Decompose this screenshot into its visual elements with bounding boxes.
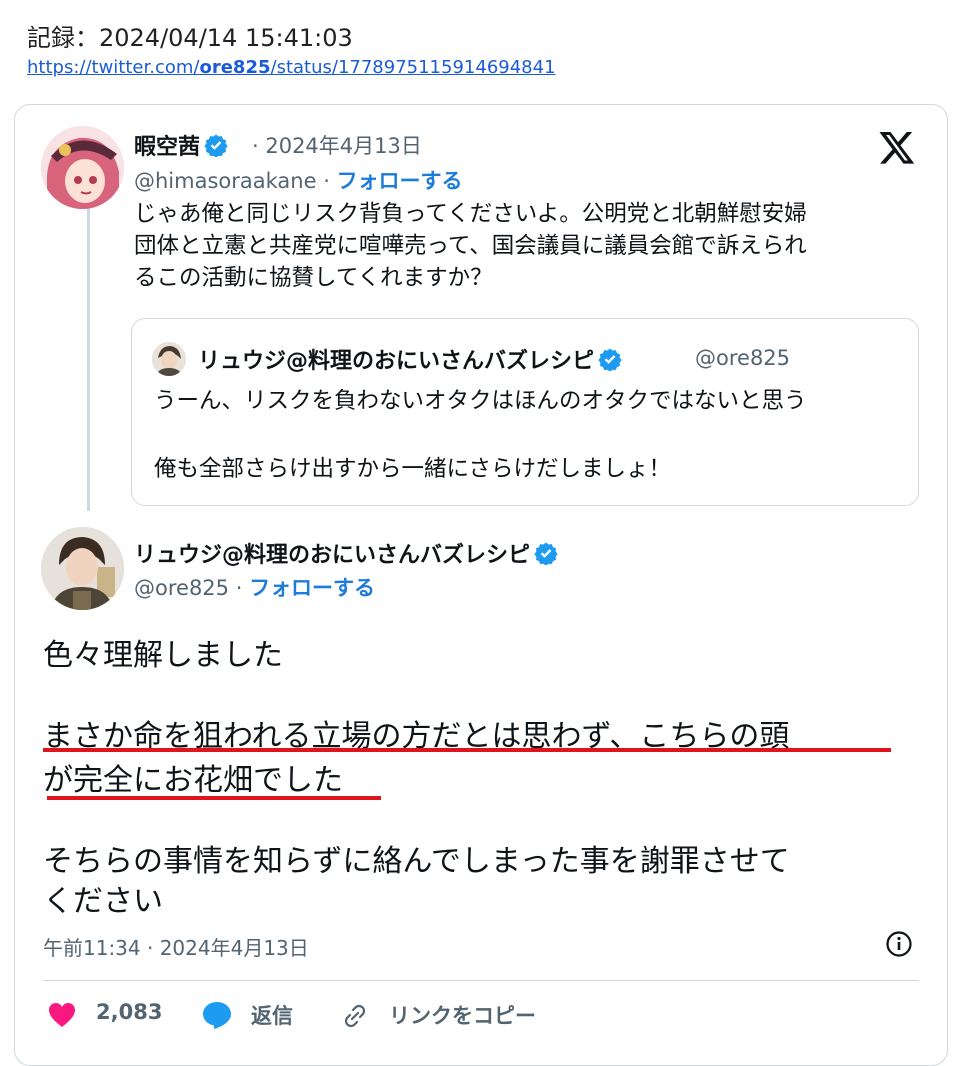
thread-connector-line bbox=[87, 205, 90, 511]
verified-badge-icon bbox=[204, 134, 228, 157]
verified-badge-icon bbox=[534, 542, 558, 565]
url-prefix: https://twitter.com/ bbox=[27, 57, 200, 78]
reply-handle[interactable]: @himasoraakane · bbox=[134, 169, 330, 193]
info-icon[interactable] bbox=[885, 930, 913, 958]
display-name: リュウジ@料理のおにいさんバズレシピ bbox=[198, 349, 595, 374]
reply-date[interactable]: · 2024年4月13日 bbox=[252, 130, 422, 160]
red-underline-annotation bbox=[47, 796, 381, 800]
tweet-text-line: そちらの事情を知らずに絡んでしまった事を謝罪させて bbox=[43, 844, 790, 879]
main-handle-row: @ore825 · フォローする bbox=[134, 572, 375, 602]
x-logo-icon[interactable] bbox=[878, 128, 916, 166]
avatar bbox=[152, 342, 186, 376]
url-suffix: /status/1778975115914694841 bbox=[270, 57, 556, 78]
reply-author-name[interactable]: 暇空茜 bbox=[134, 129, 228, 161]
tweet-text-line: ください bbox=[43, 884, 163, 919]
like-count[interactable]: 2,083 bbox=[96, 1000, 162, 1024]
copy-link-button[interactable]: リンクをコピー bbox=[389, 1000, 536, 1030]
display-name: 暇空茜 bbox=[134, 135, 201, 160]
tweet-text-line: が完全にお花畑でした bbox=[43, 763, 343, 798]
main-handle[interactable]: @ore825 · bbox=[134, 576, 242, 600]
reply-button[interactable]: 返信 bbox=[251, 1000, 293, 1030]
verified-badge-icon bbox=[598, 348, 622, 371]
main-author-name[interactable]: リュウジ@料理のおにいさんバズレシピ bbox=[134, 537, 558, 569]
heart-icon[interactable] bbox=[47, 1001, 77, 1029]
follow-button[interactable]: フォローする bbox=[249, 576, 375, 600]
quoted-text-line: うーん、リスクを負わないオタクはほんのオタクではないと思う bbox=[154, 388, 807, 414]
tweet-text-line: 色々理解しました bbox=[43, 638, 283, 673]
reply-tweet-text: じゃあ俺と同じリスク背負ってくださいよ。公明党と北朝鮮慰安婦 団体と立憲と共産党… bbox=[134, 201, 807, 291]
red-underline-annotation bbox=[43, 748, 891, 752]
divider bbox=[43, 980, 919, 981]
tweet-url-link[interactable]: https://twitter.com/ore825/status/177897… bbox=[27, 57, 556, 78]
tweet-timestamp[interactable]: 午前11:34 · 2024年4月13日 bbox=[43, 932, 309, 961]
record-timestamp: 記録：2024/04/14 15:41:03 bbox=[27, 24, 353, 52]
reply-handle-row: @himasoraakane · フォローする bbox=[134, 165, 463, 195]
avatar[interactable] bbox=[41, 126, 124, 209]
quoted-text-line: 俺も全部さらけ出すから一緒にさらけだしましょ！ bbox=[154, 456, 672, 482]
quoted-handle: @ore825 bbox=[695, 346, 791, 370]
reply-bubble-icon[interactable] bbox=[201, 1000, 233, 1030]
quoted-author-name: リュウジ@料理のおにいさんバズレシピ bbox=[198, 343, 622, 375]
follow-button[interactable]: フォローする bbox=[337, 169, 463, 193]
avatar[interactable] bbox=[41, 527, 124, 610]
url-user: ore825 bbox=[199, 57, 271, 78]
display-name: リュウジ@料理のおにいさんバズレシピ bbox=[134, 543, 531, 568]
link-icon[interactable] bbox=[340, 1002, 370, 1030]
